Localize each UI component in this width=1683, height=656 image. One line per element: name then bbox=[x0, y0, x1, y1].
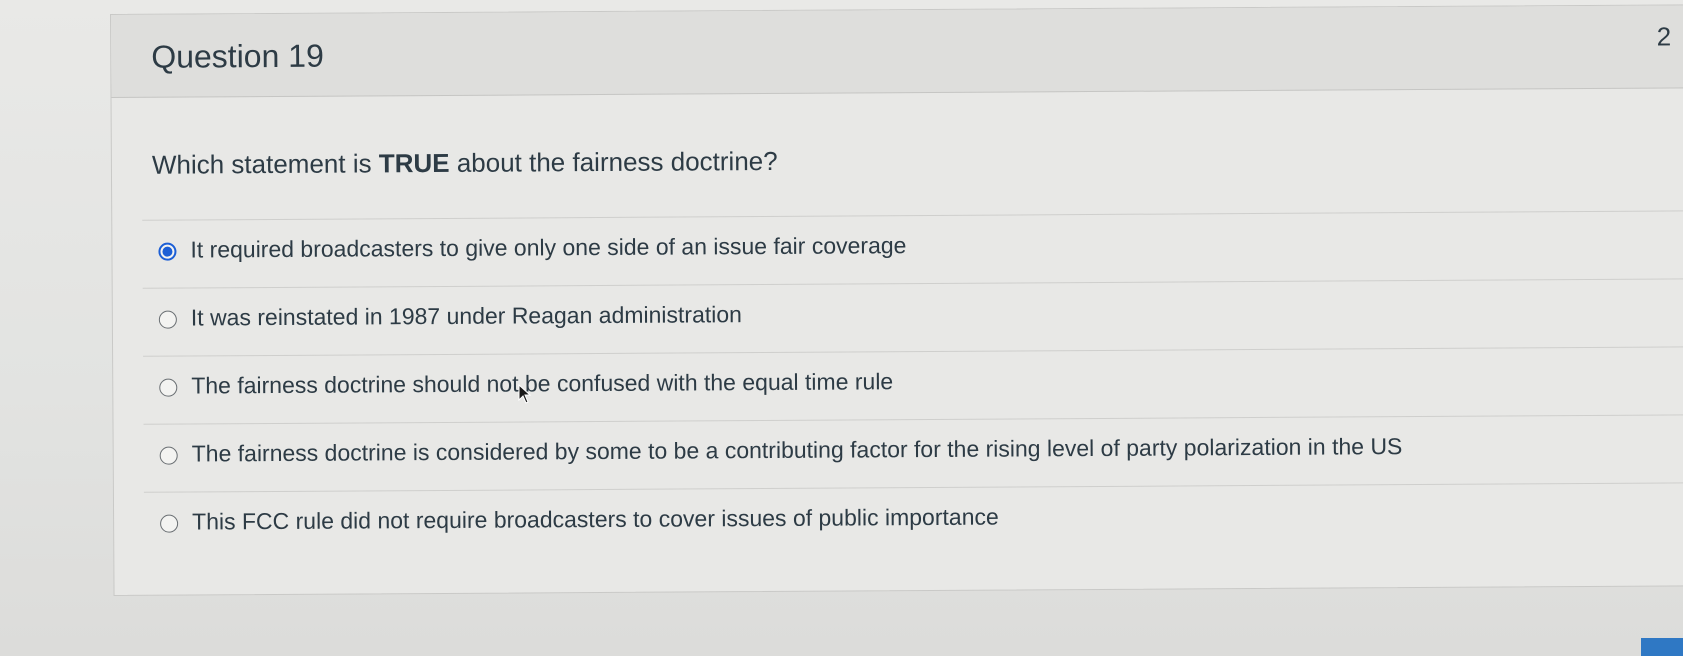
answer-option-3[interactable]: The fairness doctrine should not be conf… bbox=[143, 346, 1683, 424]
question-header: Question 19 2 bbox=[111, 5, 1683, 98]
answer-option-5[interactable]: This FCC rule did not require broadcaste… bbox=[143, 482, 1683, 560]
radio-button[interactable] bbox=[159, 378, 178, 397]
question-text-emphasis: TRUE bbox=[378, 147, 450, 179]
radio-button[interactable] bbox=[160, 514, 179, 533]
next-button[interactable] bbox=[1641, 638, 1683, 656]
question-title: Question 19 bbox=[151, 37, 324, 75]
answer-option-1[interactable]: It required broadcasters to give only on… bbox=[142, 210, 1683, 288]
points-label: 2 bbox=[1656, 21, 1672, 52]
answer-label[interactable]: This FCC rule did not require broadcaste… bbox=[192, 504, 999, 536]
answer-label[interactable]: The fairness doctrine is considered by s… bbox=[192, 433, 1403, 467]
question-card: Question 19 2 Which statement is TRUE ab… bbox=[110, 4, 1683, 596]
question-text: Which statement is TRUE about the fairne… bbox=[152, 146, 778, 181]
radio-button[interactable] bbox=[158, 310, 177, 329]
answer-label[interactable]: It was reinstated in 1987 under Reagan a… bbox=[191, 301, 742, 331]
answer-label[interactable]: It required broadcasters to give only on… bbox=[190, 232, 906, 263]
radio-button-selected[interactable] bbox=[158, 242, 177, 261]
answer-option-4[interactable]: The fairness doctrine is considered by s… bbox=[143, 414, 1683, 492]
question-text-suffix: about the fairness doctrine? bbox=[449, 145, 778, 178]
answer-label[interactable]: The fairness doctrine should not be conf… bbox=[191, 368, 893, 399]
quiz-page: Question 19 2 Which statement is TRUE ab… bbox=[0, 0, 1683, 656]
answer-list: It required broadcasters to give only on… bbox=[142, 210, 1683, 560]
mouse-pointer-icon bbox=[518, 384, 532, 404]
answer-option-2[interactable]: It was reinstated in 1987 under Reagan a… bbox=[142, 278, 1683, 356]
question-text-prefix: Which statement is bbox=[151, 148, 379, 180]
radio-button[interactable] bbox=[159, 446, 178, 465]
